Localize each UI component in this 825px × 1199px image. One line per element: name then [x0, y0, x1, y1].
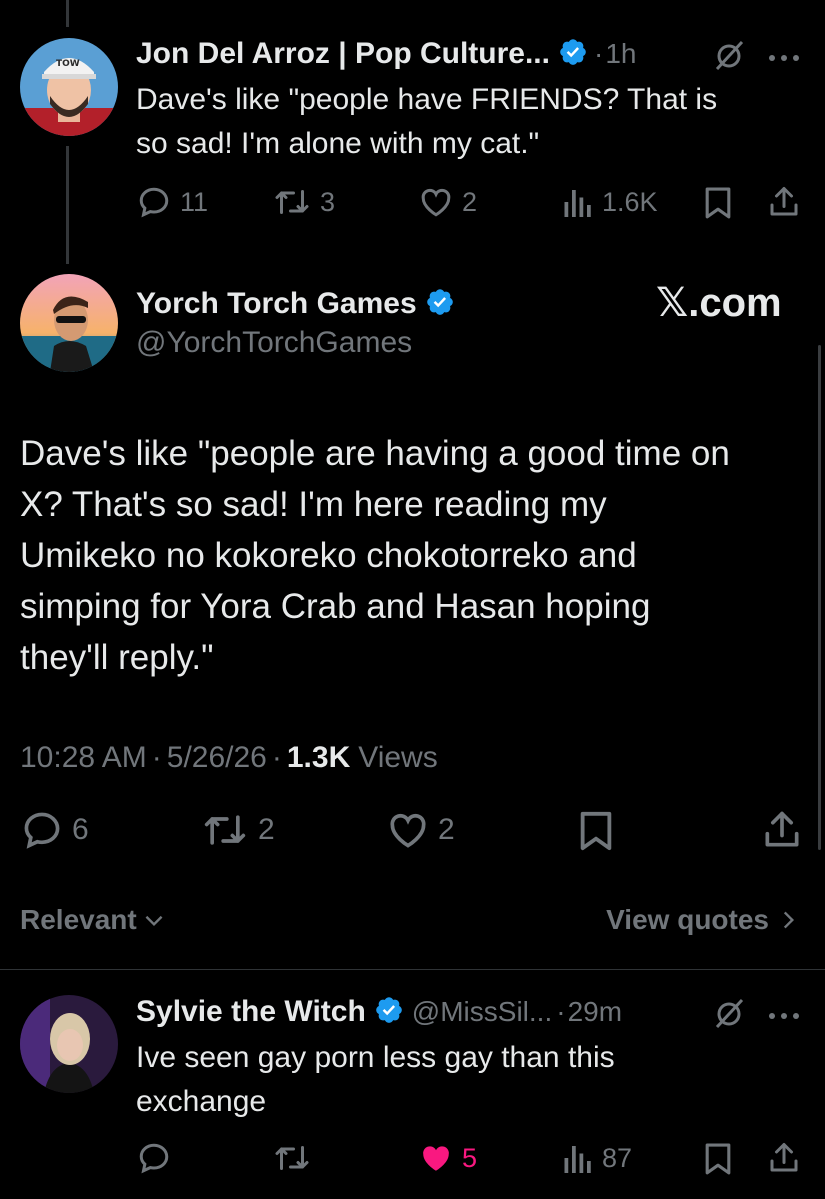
reply-icon	[24, 812, 60, 849]
tweet-date[interactable]: 5/26/26	[167, 741, 267, 775]
like-button[interactable]: 2	[418, 184, 477, 220]
grok-icon[interactable]	[712, 996, 746, 1035]
like-button[interactable]: 5	[418, 1140, 477, 1176]
chevron-right-icon	[783, 911, 795, 929]
views-count: 1.3K	[286, 741, 351, 774]
reply-button[interactable]: 11	[136, 184, 208, 220]
timestamp[interactable]: 29m	[568, 996, 622, 1028]
reply-header: Sylvie the Witch @MissSil... · 29m	[136, 992, 622, 1032]
parent-header: Jon Del Arroz | Pop Culture... · 1h	[136, 34, 636, 74]
verified-icon	[425, 287, 455, 322]
like-icon	[390, 813, 426, 848]
author-name[interactable]: Sylvie the Witch	[136, 995, 366, 1029]
parent-tweet-text: Dave's like "people have FRIENDS? That i…	[136, 78, 796, 166]
verified-icon	[374, 995, 404, 1030]
reply-button[interactable]: 6	[20, 808, 89, 852]
views-count: 87	[602, 1142, 633, 1173]
more-icon[interactable]	[768, 50, 800, 68]
reply-tweet-text: Ive seen gay porn less gay than this exc…	[136, 1036, 796, 1124]
text-line: so sad! I'm alone with my cat."	[136, 127, 540, 160]
share-icon[interactable]	[760, 808, 804, 857]
text-line: simping for Yora Crab and Hasan hoping	[20, 587, 651, 626]
scrollbar[interactable]	[818, 345, 821, 850]
repost-count: 3	[320, 186, 336, 217]
views-icon	[564, 190, 591, 217]
reply-count: 11	[180, 186, 209, 217]
like-count: 5	[462, 1142, 478, 1173]
dot-separator: ·	[151, 741, 162, 774]
repost-icon	[275, 1146, 309, 1170]
reply-icon	[139, 187, 169, 218]
text-line: Umikeko no kokoreko chokotorreko and	[20, 536, 637, 575]
bookmark-icon[interactable]	[576, 810, 616, 857]
tweet-time[interactable]: 10:28 AM	[20, 741, 147, 775]
repost-button[interactable]	[272, 1140, 312, 1176]
like-icon	[423, 1146, 449, 1171]
svg-text:TOW: TOW	[56, 59, 80, 69]
repost-button[interactable]: 3	[272, 184, 335, 220]
avatar-sylvie[interactable]	[20, 995, 118, 1093]
share-icon[interactable]	[766, 184, 802, 225]
views-button[interactable]: 87	[562, 1140, 632, 1176]
dot-separator: ·	[271, 741, 282, 774]
main-tweet-text: Dave's like "people are having a good ti…	[20, 428, 800, 683]
repost-icon	[275, 190, 309, 214]
text-line: X? That's so sad! I'm here reading my	[20, 485, 607, 524]
repost-button[interactable]: 2	[200, 808, 275, 852]
avatar-jon[interactable]: TOW	[20, 38, 118, 136]
share-icon[interactable]	[766, 1140, 802, 1181]
sort-label: Relevant	[20, 904, 137, 935]
dot-separator: ·	[593, 38, 604, 69]
like-button[interactable]: 2	[386, 808, 455, 852]
repost-count: 2	[258, 813, 275, 846]
like-count: 2	[462, 186, 478, 217]
reply-count: 6	[72, 813, 89, 846]
main-header: Yorch Torch Games	[136, 284, 455, 324]
views-count: 1.6K	[602, 186, 658, 217]
main-meta: 10:28 AM · 5/26/26 · 1.3K Views	[20, 738, 438, 778]
text-line: they'll reply."	[20, 638, 214, 677]
dot-separator: ·	[556, 996, 566, 1027]
divider	[0, 969, 825, 970]
thread-line-connector	[66, 146, 69, 264]
like-icon	[421, 188, 451, 217]
chevron-down-icon	[145, 915, 163, 927]
views-label: Views	[358, 741, 438, 774]
text-line: Ive seen gay porn less gay than this	[136, 1041, 615, 1074]
reply-button[interactable]	[136, 1140, 172, 1176]
watermark: 𝕏.com	[656, 281, 782, 325]
view-quotes-link[interactable]: View quotes	[606, 900, 801, 940]
more-icon[interactable]	[768, 1008, 800, 1026]
handle[interactable]: @MissSil...	[412, 996, 552, 1028]
timestamp[interactable]: 1h	[605, 38, 636, 70]
like-count: 2	[438, 813, 455, 846]
views-icon	[564, 1146, 591, 1173]
avatar-yorch[interactable]	[20, 274, 118, 372]
text-line: Dave's like "people have FRIENDS? That i…	[136, 83, 718, 116]
text-line: Dave's like "people are having a good ti…	[20, 434, 730, 473]
thread-line-top	[66, 0, 69, 27]
author-name[interactable]: Jon Del Arroz | Pop Culture...	[136, 37, 550, 71]
sort-relevant[interactable]: Relevant	[20, 900, 167, 940]
bookmark-icon[interactable]	[702, 186, 734, 225]
grok-icon[interactable]	[712, 38, 746, 77]
reply-icon	[139, 1143, 169, 1174]
handle[interactable]: @YorchTorchGames	[136, 326, 412, 360]
author-name[interactable]: Yorch Torch Games	[136, 287, 417, 321]
repost-icon	[204, 815, 246, 845]
view-quotes-label: View quotes	[606, 904, 769, 935]
bookmark-icon[interactable]	[702, 1142, 734, 1181]
verified-icon	[558, 37, 588, 72]
text-line: exchange	[136, 1085, 267, 1118]
views-button[interactable]: 1.6K	[562, 184, 658, 220]
